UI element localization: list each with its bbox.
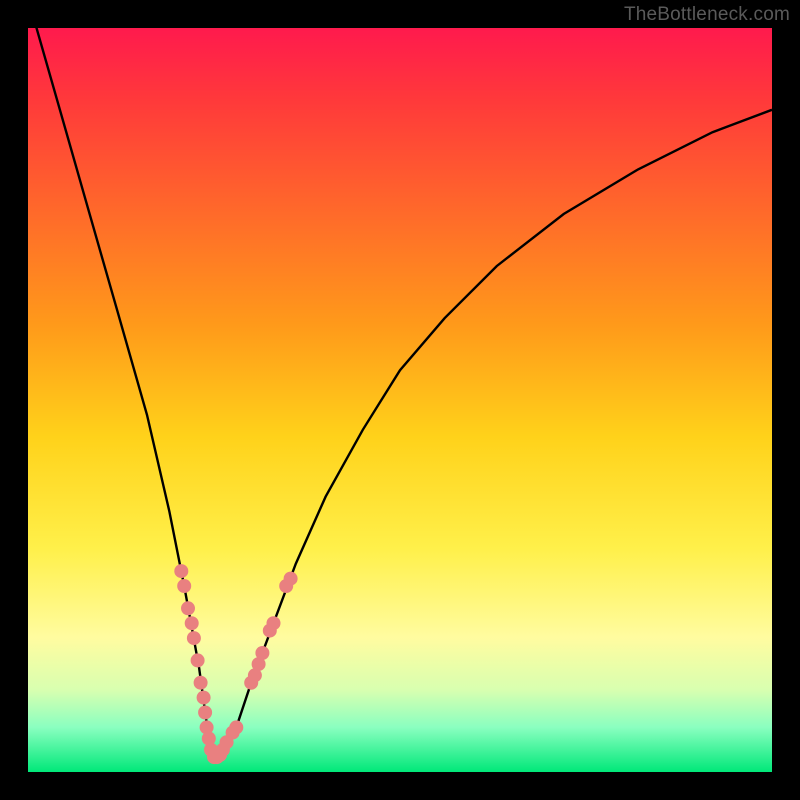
highlighted-dots — [174, 564, 297, 764]
data-dot — [191, 653, 205, 667]
data-dot — [174, 564, 188, 578]
bottleneck-curve — [28, 28, 772, 757]
data-dot — [185, 616, 199, 630]
chart-svg — [28, 28, 772, 772]
data-dot — [181, 601, 195, 615]
data-dot — [197, 691, 211, 705]
data-dot — [198, 706, 212, 720]
data-dot — [177, 579, 191, 593]
data-dot — [229, 720, 243, 734]
chart-frame: TheBottleneck.com — [0, 0, 800, 800]
data-dot — [255, 646, 269, 660]
plot-area — [28, 28, 772, 772]
data-dot — [267, 616, 281, 630]
watermark-text: TheBottleneck.com — [624, 4, 790, 26]
data-dot — [284, 572, 298, 586]
data-dot — [194, 676, 208, 690]
data-dot — [187, 631, 201, 645]
